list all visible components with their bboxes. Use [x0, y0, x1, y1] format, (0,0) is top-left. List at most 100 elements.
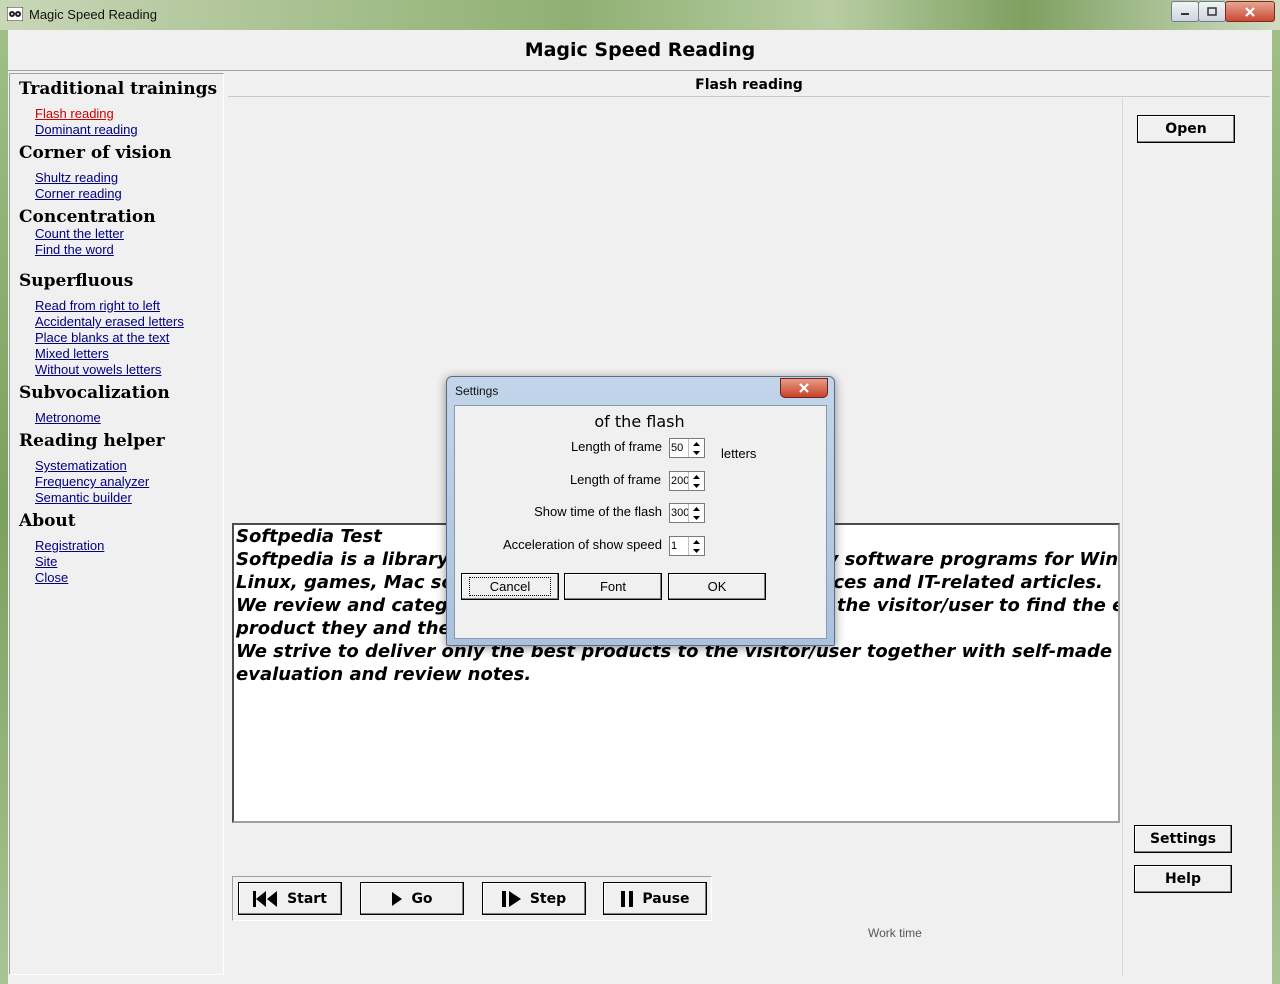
- sidebar-item-metronome[interactable]: Metronome: [35, 410, 101, 425]
- close-icon: [799, 383, 809, 393]
- skip-to-start-icon: [253, 890, 278, 907]
- mode-divider: [228, 96, 1270, 97]
- sidebar-item-dominant-reading[interactable]: Dominant reading: [35, 122, 138, 137]
- arrow-down-icon: [693, 515, 700, 520]
- arrow-up-icon: [693, 441, 700, 446]
- step-button[interactable]: Step: [482, 882, 586, 915]
- help-button[interactable]: Help: [1134, 865, 1232, 893]
- arrow-down-icon: [693, 450, 700, 455]
- spin-up-button[interactable]: [689, 504, 704, 513]
- acceleration-input[interactable]: [671, 538, 689, 554]
- pause-label: Pause: [642, 890, 690, 907]
- show-time-label: Show time of the flash: [534, 504, 662, 519]
- settings-dialog: Settings of the flash Length of frame le…: [446, 376, 835, 646]
- ok-button[interactable]: OK: [668, 573, 766, 600]
- stepper-arrows[interactable]: [688, 504, 704, 522]
- window-titlebar: Magic Speed Reading: [0, 0, 1280, 30]
- sidebar-item-flash-reading[interactable]: Flash reading: [35, 106, 114, 121]
- section-subvocalization: Subvocalization: [19, 383, 170, 403]
- cancel-label: Cancel: [468, 577, 552, 596]
- sidebar-item-systematization[interactable]: Systematization: [35, 458, 127, 473]
- sidebar-item-site[interactable]: Site: [35, 554, 57, 569]
- acceleration-stepper[interactable]: [669, 536, 705, 556]
- spin-down-button[interactable]: [689, 546, 704, 555]
- stepper-arrows[interactable]: [688, 439, 704, 457]
- playback-controls: Start Go Step Pause: [232, 876, 712, 921]
- mode-title: Flash reading: [695, 77, 803, 93]
- sidebar-item-corner-reading[interactable]: Corner reading: [35, 186, 122, 201]
- frame-length-label-2: Length of frame: [569, 472, 661, 487]
- spin-up-button[interactable]: [689, 472, 704, 481]
- sidebar-item-semantic-builder[interactable]: Semantic builder: [35, 490, 132, 505]
- app-icon: [7, 7, 23, 21]
- font-button[interactable]: Font: [564, 573, 662, 600]
- sidebar-item-place-blanks[interactable]: Place blanks at the text: [35, 330, 169, 345]
- spin-down-button[interactable]: [689, 448, 704, 457]
- section-reading-helper: Reading helper: [19, 431, 165, 451]
- dialog-heading: of the flash: [594, 412, 685, 431]
- cancel-button[interactable]: Cancel: [461, 573, 559, 600]
- open-button[interactable]: Open: [1137, 115, 1235, 143]
- section-traditional-trainings: Traditional trainings: [19, 79, 218, 99]
- sidebar-item-find-the-word[interactable]: Find the word: [35, 242, 114, 257]
- spin-up-button[interactable]: [689, 439, 704, 448]
- window-close-button[interactable]: [1225, 1, 1275, 22]
- work-time-label: Work time: [868, 926, 922, 940]
- show-time-stepper[interactable]: [669, 503, 705, 523]
- sidebar-item-frequency-analyzer[interactable]: Frequency analyzer: [35, 474, 149, 489]
- maximize-button[interactable]: [1198, 1, 1226, 22]
- letters-unit-label: letters: [721, 446, 757, 461]
- sidebar-item-mixed-letters[interactable]: Mixed letters: [35, 346, 109, 361]
- go-label: Go: [411, 890, 433, 907]
- step-forward-icon: [501, 890, 521, 907]
- spin-down-button[interactable]: [689, 513, 704, 522]
- arrow-up-icon: [693, 506, 700, 511]
- right-panel-divider: [1122, 98, 1123, 976]
- section-concentration: Concentration: [19, 207, 156, 227]
- show-time-input[interactable]: [671, 505, 689, 521]
- window-title: Magic Speed Reading: [29, 7, 157, 22]
- arrow-down-icon: [693, 483, 700, 488]
- dialog-title: Settings: [455, 384, 499, 398]
- spin-down-button[interactable]: [689, 481, 704, 490]
- step-label: Step: [529, 890, 567, 907]
- section-corner-of-vision: Corner of vision: [19, 143, 172, 163]
- close-icon: [1245, 6, 1255, 17]
- start-label: Start: [287, 890, 327, 907]
- pause-icon: [621, 890, 634, 907]
- acceleration-label: Acceleration of show speed: [503, 537, 662, 552]
- sidebar-item-without-vowels[interactable]: Without vowels letters: [35, 362, 161, 377]
- arrow-down-icon: [693, 548, 700, 553]
- arrow-up-icon: [693, 539, 700, 544]
- play-icon: [392, 891, 403, 906]
- frame-length-input[interactable]: [671, 473, 689, 489]
- window-frame-left: [0, 30, 8, 984]
- frame-length-letters-stepper[interactable]: [669, 438, 705, 458]
- app-title: Magic Speed Reading: [524, 39, 756, 61]
- minimize-button[interactable]: [1171, 1, 1199, 22]
- start-button[interactable]: Start: [238, 882, 342, 915]
- spin-up-button[interactable]: [689, 537, 704, 546]
- section-about: About: [19, 511, 76, 531]
- maximize-icon: [1207, 7, 1217, 16]
- sidebar-item-registration[interactable]: Registration: [35, 538, 104, 553]
- dialog-close-button[interactable]: [780, 378, 828, 398]
- stepper-arrows[interactable]: [688, 472, 704, 490]
- sidebar: Traditional trainings Flash reading Domi…: [9, 73, 224, 975]
- section-superfluous: Superfluous: [19, 271, 134, 291]
- settings-button[interactable]: Settings: [1134, 825, 1232, 853]
- frame-length-label: Length of frame: [570, 439, 662, 454]
- sidebar-item-count-the-letter[interactable]: Count the letter: [35, 226, 124, 241]
- frame-length-stepper[interactable]: [669, 471, 705, 491]
- minimize-icon: [1181, 12, 1189, 15]
- sidebar-item-close[interactable]: Close: [35, 570, 68, 585]
- sidebar-item-shultz-reading[interactable]: Shultz reading: [35, 170, 118, 185]
- pause-button[interactable]: Pause: [603, 882, 707, 915]
- text-line: evaluation and review notes.: [236, 664, 532, 685]
- stepper-arrows[interactable]: [688, 537, 704, 555]
- sidebar-item-erased-letters[interactable]: Accidentaly erased letters: [35, 314, 184, 329]
- header-divider: [8, 70, 1272, 71]
- go-button[interactable]: Go: [360, 882, 464, 915]
- frame-length-letters-input[interactable]: [671, 440, 689, 456]
- sidebar-item-read-right-to-left[interactable]: Read from right to left: [35, 298, 160, 313]
